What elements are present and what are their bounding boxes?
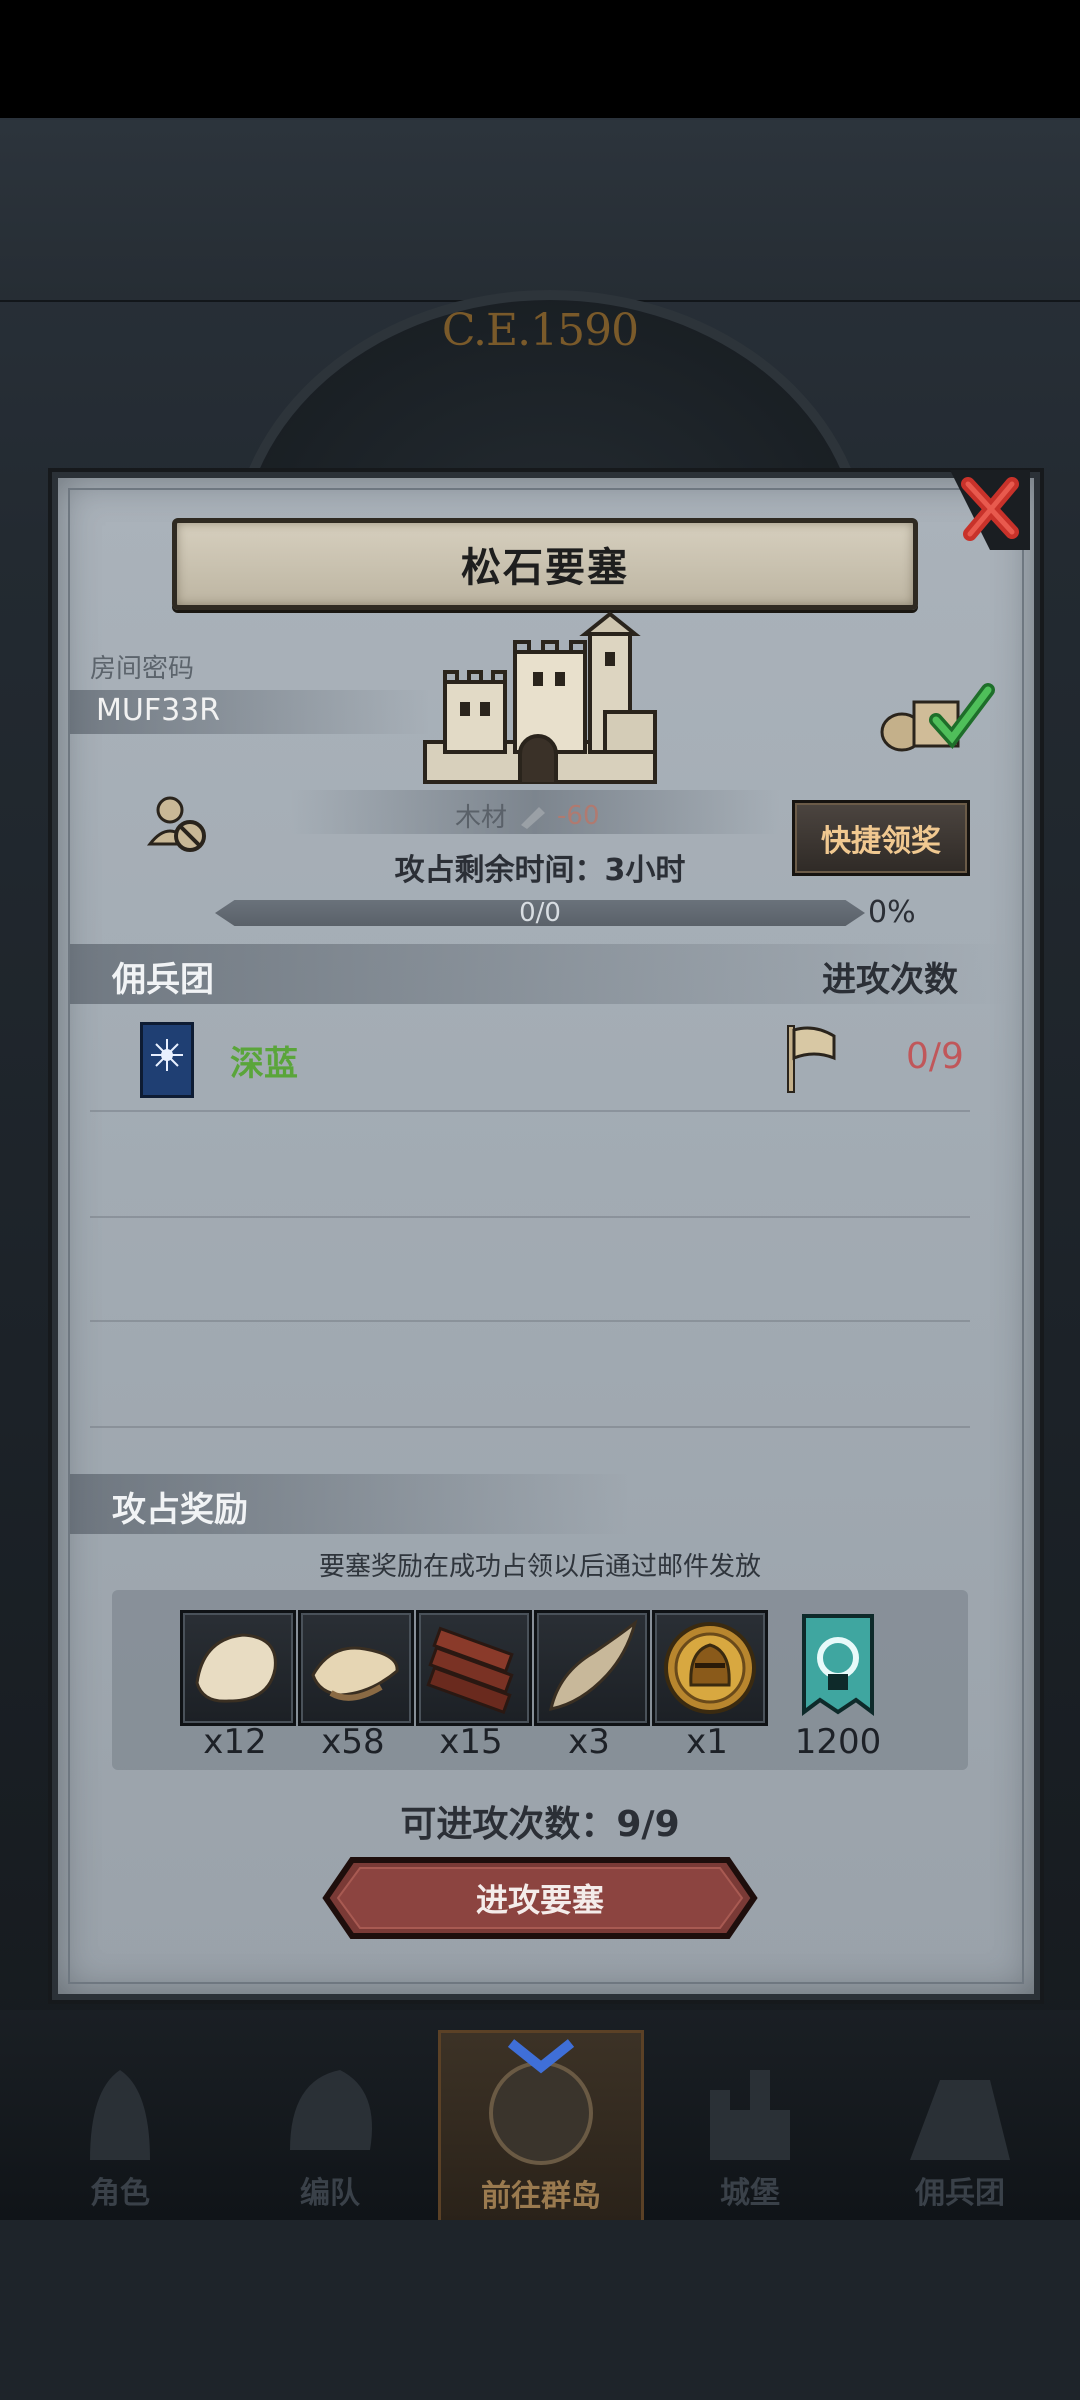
row-divider [90,1426,970,1428]
row-divider [90,1216,970,1218]
knight-helmet-medal-icon [664,1622,756,1714]
reward-qty-6: 1200 [794,1722,882,1762]
nav-label: 佣兵团 [915,2176,1005,2211]
helmet-icon [290,2070,372,2150]
top-bar [0,120,1080,302]
star-emblem-icon [151,1039,183,1071]
close-icon [950,470,1030,550]
row-divider [90,1110,970,1112]
nav-item-castle[interactable]: 城堡 [650,2030,850,2220]
reward-item-5[interactable] [652,1610,768,1726]
nav-label: 前往群岛 [481,2179,601,2214]
resource-cost: 木材 -60 [455,797,599,834]
reward-qty-3: x15 [439,1722,503,1762]
reward-item-4[interactable] [534,1610,650,1726]
fur-pelt-icon [195,1633,277,1703]
nav-label: 编队 [300,2176,360,2211]
fortress-nav-icon [910,2080,1010,2160]
era-year: C.E.1590 [441,305,639,356]
mercenary-banner-icon [140,1022,194,1098]
flag-icon [787,1025,836,1093]
claimed-supplies-icon [880,683,995,752]
resource-value: -60 [557,800,600,831]
dialog-title: 松石要塞 [461,545,629,591]
nav-item-islands[interactable]: 前往群岛 [438,2030,644,2226]
reward-qty-1: x12 [203,1722,267,1762]
reward-item-3[interactable] [416,1610,532,1726]
nav-label: 城堡 [720,2176,780,2211]
room-code-label: 房间密码 [90,654,195,684]
guild-banner-icon [802,1614,874,1716]
rewards-header: 攻占奖励 [112,1490,248,1530]
reward-qty-2: x58 [321,1722,385,1762]
mercenary-header: 佣兵团 [112,960,214,1000]
close-button[interactable] [950,470,1030,550]
castle-nav-icon [710,2070,790,2160]
mercenary-name[interactable]: 深蓝 [230,1036,298,1085]
room-code-value[interactable]: MUF33R [96,693,220,728]
attacks-available: 可进攻次数：9/9 [400,1804,680,1845]
nav-item-mercenary[interactable]: 佣兵团 [860,2030,1060,2220]
rewards-note: 要塞奖励在成功占领以后通过邮件发放 [318,1552,761,1582]
title-plate: 松石要塞 [172,518,918,610]
quick-claim-label: 快捷领奖 [821,824,941,859]
castle-icon [423,612,657,784]
bottom-bar [0,2220,1080,2400]
mercenary-attack-count: 0/9 [906,1036,964,1077]
hide-icon [311,1646,399,1701]
user-blocked-icon[interactable] [146,792,212,858]
resource-label: 木材 [455,803,508,833]
attack-fortress-label: 进攻要塞 [475,1881,604,1919]
reward-qty-4: x3 [568,1722,610,1762]
reward-item-2[interactable] [298,1610,414,1726]
nav-item-formation[interactable]: 编队 [230,2030,430,2220]
progress-percent: 0% [868,895,916,930]
quick-claim-button[interactable]: 快捷领奖 [792,800,970,876]
wood-log-icon [521,806,546,829]
globe-compass-icon [489,2039,593,2165]
nav-item-character[interactable]: 角色 [20,2030,220,2220]
reward-qty-5: x1 [686,1722,728,1762]
reward-item-1[interactable] [180,1610,296,1726]
row-divider [90,1320,970,1322]
attack-count-header: 进攻次数 [822,960,958,1000]
nav-label: 角色 [90,2176,150,2211]
time-remaining: 攻占剩余时间：3小时 [394,853,686,888]
horn-icon [549,1619,638,1711]
reward-item-6[interactable] [800,1612,876,1718]
knight-icon [90,2070,150,2160]
wood-planks-icon [426,1626,514,1715]
progress-text: 0/0 [519,898,561,928]
